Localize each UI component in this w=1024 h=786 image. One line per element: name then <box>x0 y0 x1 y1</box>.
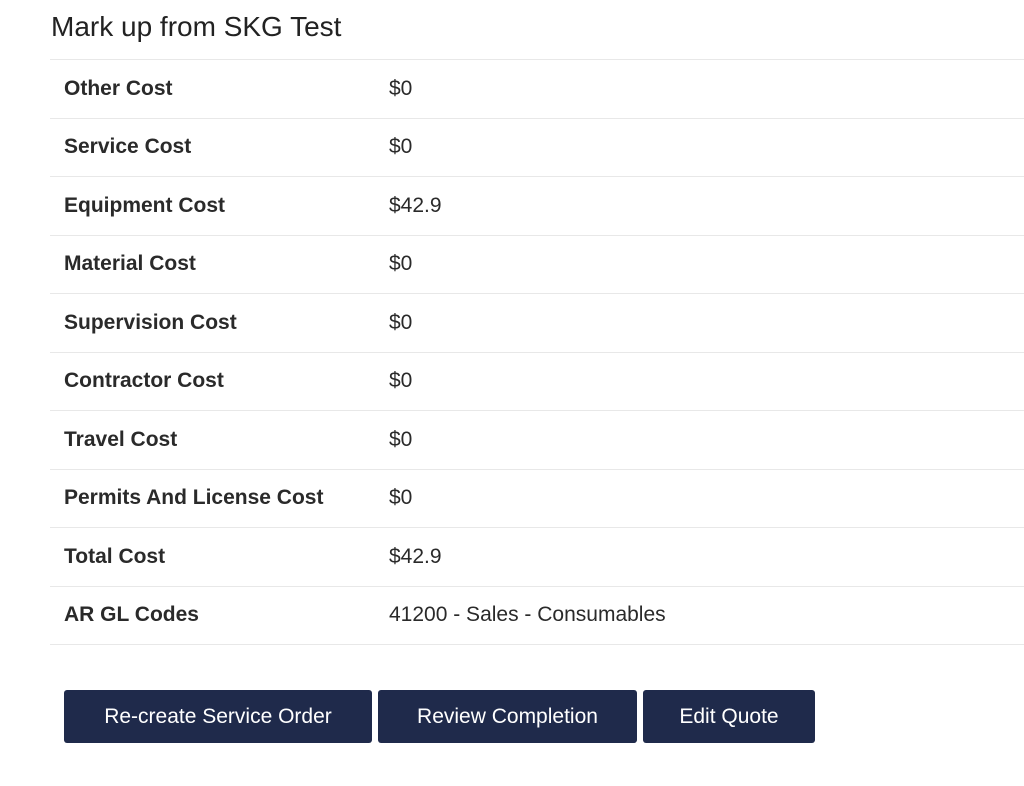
row-value-other-cost: $0 <box>389 59 1024 118</box>
table-row: Service Cost $0 <box>50 117 1024 177</box>
section-title: Mark up from SKG Test <box>51 11 342 42</box>
review-completion-button[interactable]: Review Completion <box>378 690 637 743</box>
row-value-permits-cost: $0 <box>389 468 1024 528</box>
row-label-travel-cost: Travel Cost <box>50 410 389 469</box>
row-value-total-cost: $42.9 <box>389 527 1024 586</box>
row-label-supervision-cost: Supervision Cost <box>50 293 389 352</box>
row-value-material-cost: $0 <box>389 234 1024 294</box>
row-value-equipment-cost: $42.9 <box>389 176 1024 235</box>
row-value-supervision-cost: $0 <box>389 293 1024 352</box>
row-label-permits-cost: Permits And License Cost <box>50 468 389 528</box>
table-row: Contractor Cost $0 <box>50 351 1024 411</box>
row-label-total-cost: Total Cost <box>50 527 389 586</box>
table-row: Equipment Cost $42.9 <box>50 176 1024 235</box>
markup-page: Mark up from SKG Test Other Cost $0 Serv… <box>0 0 1024 786</box>
row-value-ar-gl-codes: 41200 - Sales - Consumables <box>389 585 1024 645</box>
table-row: Material Cost $0 <box>50 234 1024 294</box>
row-label-service-cost: Service Cost <box>50 117 389 177</box>
row-label-material-cost: Material Cost <box>50 234 389 294</box>
table-row: Total Cost $42.9 <box>50 527 1024 586</box>
table-row: Permits And License Cost $0 <box>50 468 1024 528</box>
cost-table: Other Cost $0 Service Cost $0 Equipment … <box>50 59 1024 645</box>
edit-quote-button[interactable]: Edit Quote <box>643 690 815 743</box>
table-row: AR GL Codes 41200 - Sales - Consumables <box>50 585 1024 645</box>
row-label-equipment-cost: Equipment Cost <box>50 176 389 235</box>
row-value-contractor-cost: $0 <box>389 351 1024 411</box>
table-row: Travel Cost $0 <box>50 410 1024 469</box>
table-row: Other Cost $0 <box>50 59 1024 118</box>
table-row: Supervision Cost $0 <box>50 293 1024 352</box>
row-label-contractor-cost: Contractor Cost <box>50 351 389 411</box>
recreate-service-order-button[interactable]: Re-create Service Order <box>64 690 372 743</box>
row-label-ar-gl-codes: AR GL Codes <box>50 585 389 645</box>
row-label-other-cost: Other Cost <box>50 59 389 118</box>
row-value-travel-cost: $0 <box>389 410 1024 469</box>
action-bar: Re-create Service Order Review Completio… <box>64 690 815 743</box>
row-value-service-cost: $0 <box>389 117 1024 177</box>
